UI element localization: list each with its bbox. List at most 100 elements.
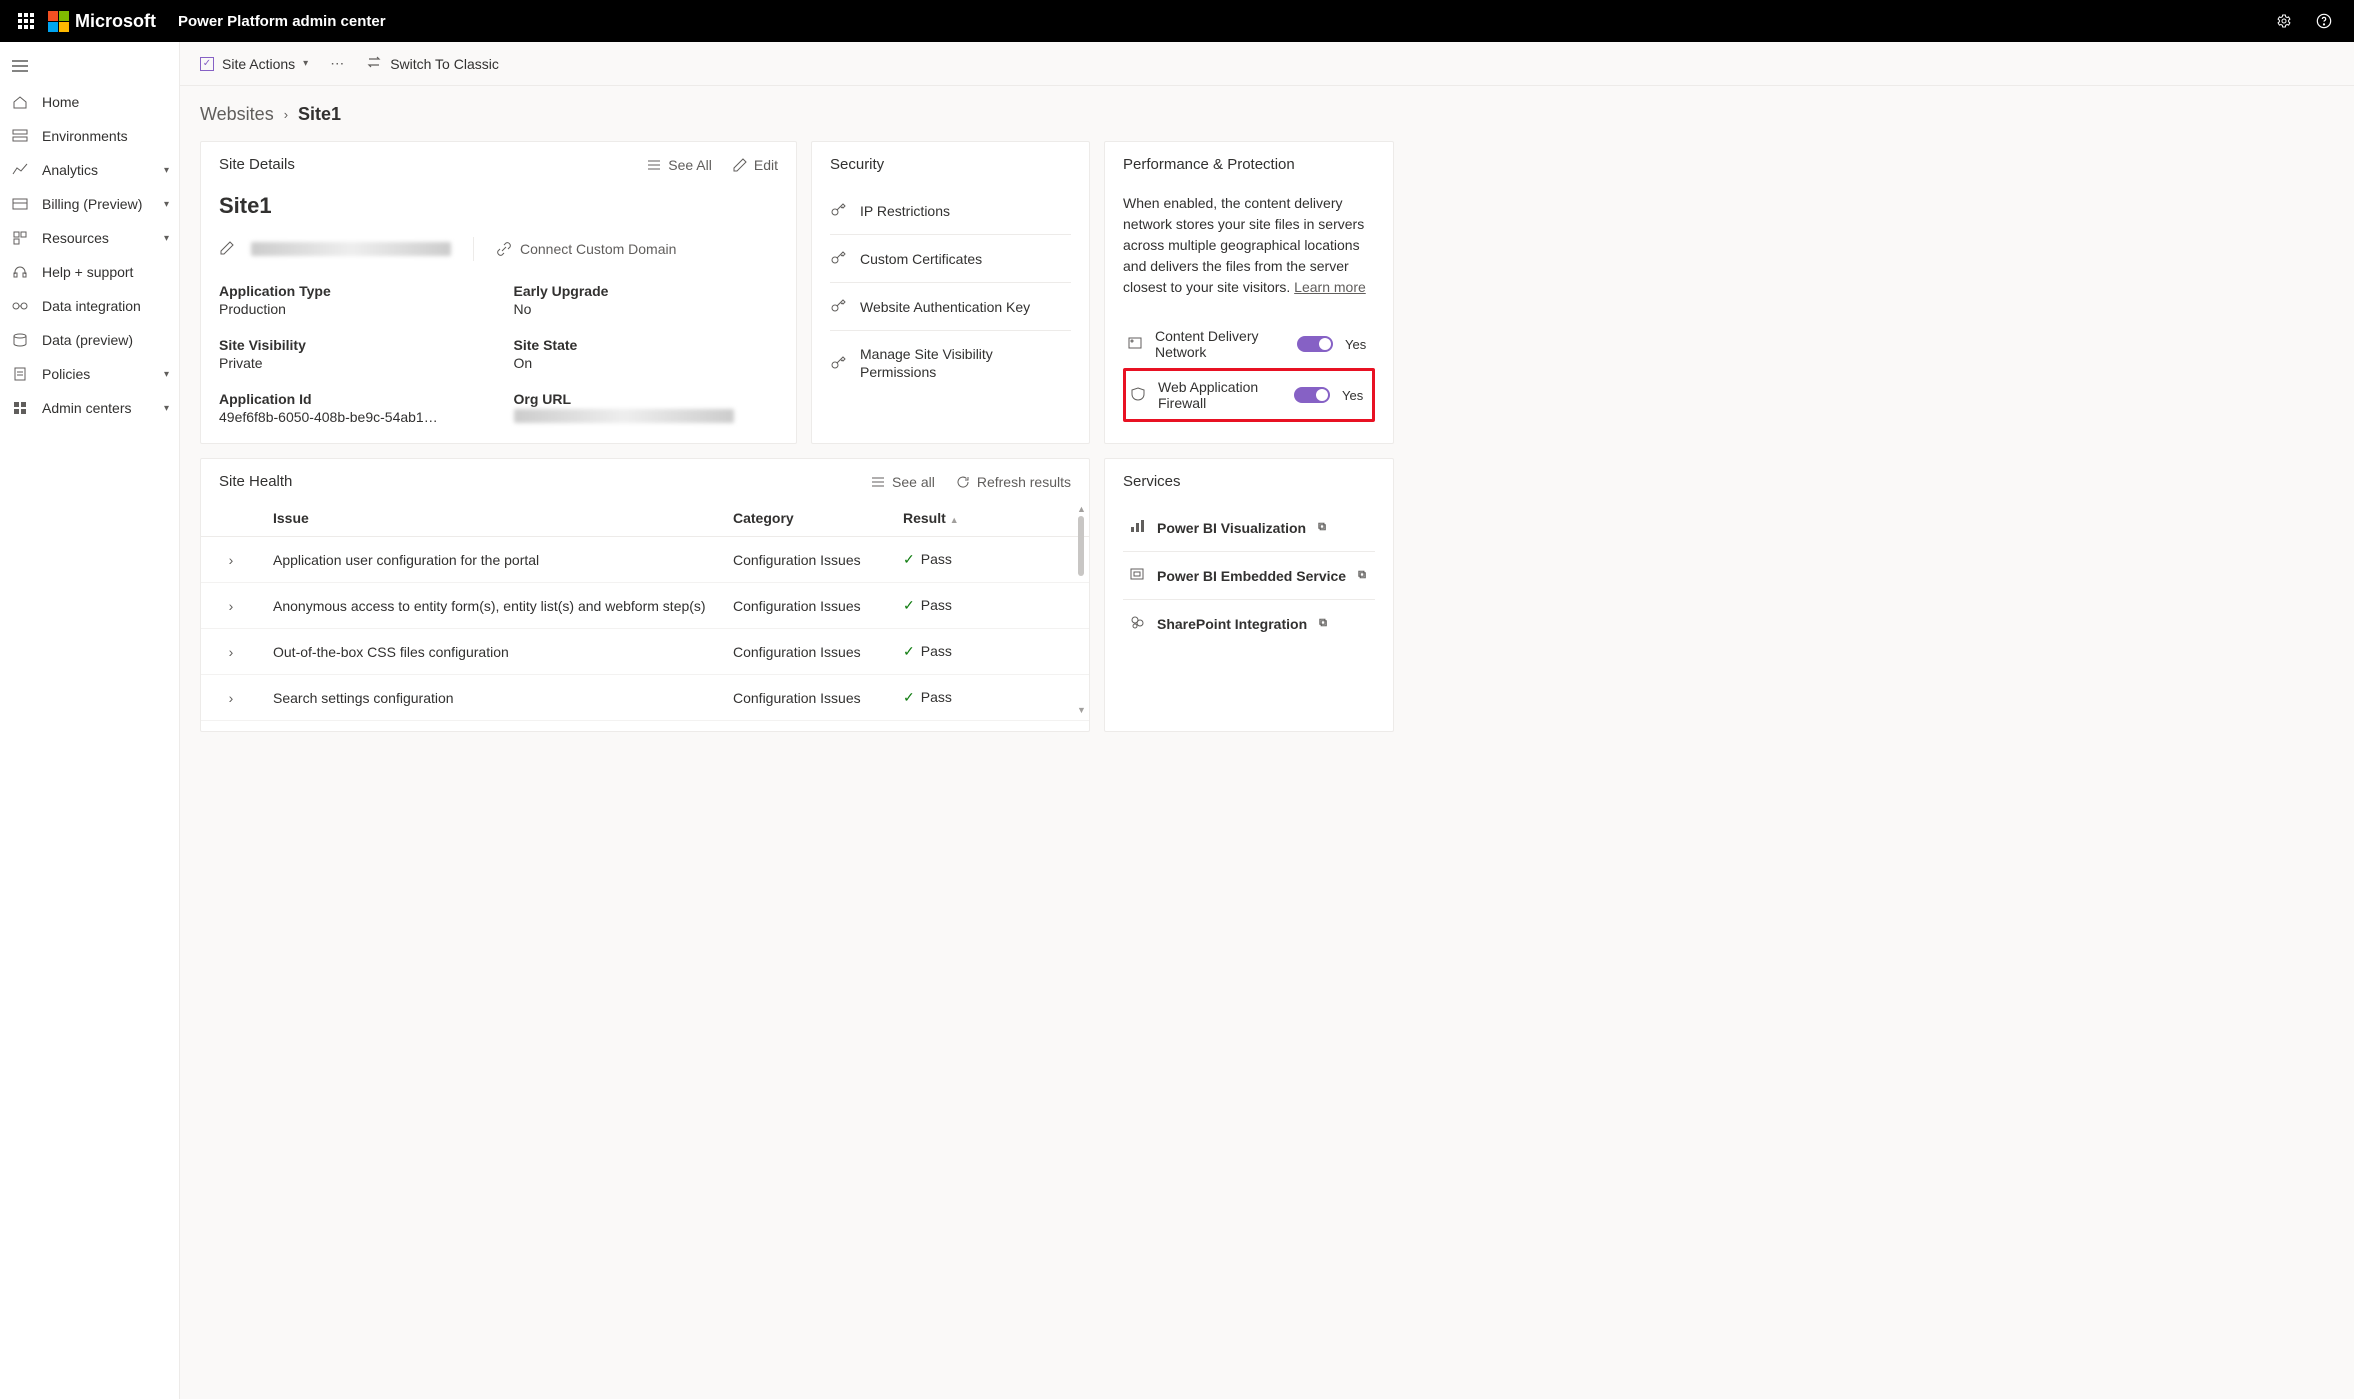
headset-icon [12, 264, 32, 280]
expand-row-icon[interactable]: › [201, 629, 261, 675]
service-sharepoint[interactable]: SharePoint Integration ⧉ [1123, 600, 1375, 647]
settings-icon[interactable] [2264, 0, 2304, 42]
key-icon [830, 354, 846, 373]
site-actions-menu[interactable]: ✓ Site Actions ▾ [200, 56, 308, 72]
site-url-redacted [251, 242, 451, 256]
category-cell: Configuration Issues [721, 537, 891, 583]
toggle-switch[interactable] [1297, 336, 1333, 352]
security-item-auth-key[interactable]: Website Authentication Key [830, 283, 1071, 331]
see-all-label: See All [668, 157, 712, 173]
check-icon: ✓ [903, 689, 915, 705]
field-app-id: Application Id 49ef6f8b-6050-408b-be9c-5… [219, 391, 484, 425]
sidebar-item-policies[interactable]: Policies ▾ [0, 357, 179, 391]
cmd-label: Site Actions [222, 56, 295, 72]
bar-chart-icon [1129, 518, 1145, 537]
main-content: ✓ Site Actions ▾ ⋯ Switch To Classic Web… [180, 42, 2354, 1399]
card-title: Site Details [219, 156, 295, 173]
security-item-label: Custom Certificates [860, 251, 982, 267]
admin-icon [12, 400, 32, 416]
more-actions-button[interactable]: ⋯ [330, 55, 344, 72]
expand-row-icon[interactable]: › [201, 583, 261, 629]
services-card: Services Power BI Visualization ⧉ Power … [1104, 458, 1394, 732]
sidebar-item-home[interactable]: Home [0, 85, 179, 119]
breadcrumb-current: Site1 [298, 104, 341, 125]
swap-icon [366, 54, 382, 73]
sidebar-item-label: Home [42, 94, 79, 110]
learn-more-link[interactable]: Learn more [1294, 279, 1366, 295]
toggle-switch[interactable] [1294, 387, 1330, 403]
firewall-icon [1130, 386, 1146, 405]
security-item-certs[interactable]: Custom Certificates [830, 235, 1071, 283]
switch-classic-button[interactable]: Switch To Classic [366, 54, 499, 73]
expand-row-icon[interactable]: › [201, 675, 261, 721]
card-title: Site Health [219, 473, 292, 490]
field-org-url: Org URL [514, 391, 779, 425]
kv-label: Site Visibility [219, 337, 484, 353]
col-result[interactable]: Result▲ [891, 500, 1089, 537]
edit-button[interactable]: Edit [732, 157, 778, 173]
sidebar-item-admin-centers[interactable]: Admin centers ▾ [0, 391, 179, 425]
key-icon [830, 297, 846, 316]
sidebar-item-label: Policies [42, 366, 90, 382]
chevron-down-icon: ▾ [164, 233, 169, 244]
col-issue[interactable]: Issue [261, 500, 721, 537]
embed-icon [1129, 566, 1145, 585]
kv-label: Application Type [219, 283, 484, 299]
table-row: ›Anonymous access to entity form(s), ent… [201, 583, 1089, 629]
kv-label: Site State [514, 337, 779, 353]
sidebar-item-billing[interactable]: Billing (Preview) ▾ [0, 187, 179, 221]
sidebar-item-resources[interactable]: Resources ▾ [0, 221, 179, 255]
kv-label: Org URL [514, 391, 779, 407]
security-item-ip[interactable]: IP Restrictions [830, 187, 1071, 235]
chevron-down-icon: ▾ [164, 165, 169, 176]
billing-icon [12, 196, 32, 212]
card-title: Security [830, 156, 884, 173]
result-cell: ✓Pass [891, 675, 1089, 721]
refresh-button[interactable]: Refresh results [955, 474, 1071, 490]
sidebar-item-analytics[interactable]: Analytics ▾ [0, 153, 179, 187]
waffle-icon[interactable] [10, 13, 42, 29]
issue-cell: Application user configuration for the p… [261, 537, 721, 583]
pencil-icon[interactable] [219, 240, 235, 259]
security-item-label: Website Authentication Key [860, 299, 1030, 315]
environments-icon [12, 128, 32, 144]
sidebar-item-help[interactable]: Help + support [0, 255, 179, 289]
see-all-button[interactable]: See All [646, 157, 712, 173]
policies-icon [12, 366, 32, 382]
perf-description: When enabled, the content delivery netwo… [1123, 193, 1375, 298]
field-visibility: Site Visibility Private [219, 337, 484, 371]
popout-icon: ⧉ [1358, 569, 1366, 582]
breadcrumb-root[interactable]: Websites [200, 104, 274, 125]
col-category[interactable]: Category [721, 500, 891, 537]
security-item-visibility-perm[interactable]: Manage Site Visibility Permissions [830, 331, 1071, 395]
kv-value [514, 409, 779, 423]
scroll-down-icon[interactable]: ▼ [1077, 705, 1085, 715]
integration-icon [12, 298, 32, 314]
issue-cell: Out-of-the-box CSS files configuration [261, 629, 721, 675]
sidebar-item-label: Analytics [42, 162, 98, 178]
site-details-card: Site Details See All Edit [200, 141, 797, 444]
table-row: ›Application user configuration for the … [201, 537, 1089, 583]
hamburger-icon[interactable] [0, 50, 179, 85]
kv-value: On [514, 355, 779, 371]
service-powerbi-viz[interactable]: Power BI Visualization ⧉ [1123, 504, 1375, 552]
security-item-label: Manage Site Visibility Permissions [860, 345, 1071, 381]
toggle-cdn: Content Delivery Network Yes [1123, 320, 1375, 368]
help-icon[interactable] [2304, 0, 2344, 42]
scroll-up-icon[interactable]: ▲ [1077, 504, 1085, 514]
brand-text: Microsoft [75, 11, 156, 32]
sidebar-item-data-integration[interactable]: Data integration [0, 289, 179, 323]
sidebar-item-label: Environments [42, 128, 128, 144]
analytics-icon [12, 162, 32, 178]
health-see-all-button[interactable]: See all [870, 474, 935, 490]
scroll-thumb[interactable] [1078, 516, 1084, 576]
sidebar-item-data-preview[interactable]: Data (preview) [0, 323, 179, 357]
category-cell: Configuration Issues [721, 675, 891, 721]
connect-domain-button[interactable]: Connect Custom Domain [496, 241, 676, 257]
sidebar-item-label: Resources [42, 230, 109, 246]
sidebar-item-environments[interactable]: Environments [0, 119, 179, 153]
scrollbar[interactable]: ▲ ▼ [1077, 504, 1085, 715]
check-icon: ✓ [903, 597, 915, 613]
expand-row-icon[interactable]: › [201, 537, 261, 583]
service-powerbi-embedded[interactable]: Power BI Embedded Service ⧉ [1123, 552, 1375, 600]
